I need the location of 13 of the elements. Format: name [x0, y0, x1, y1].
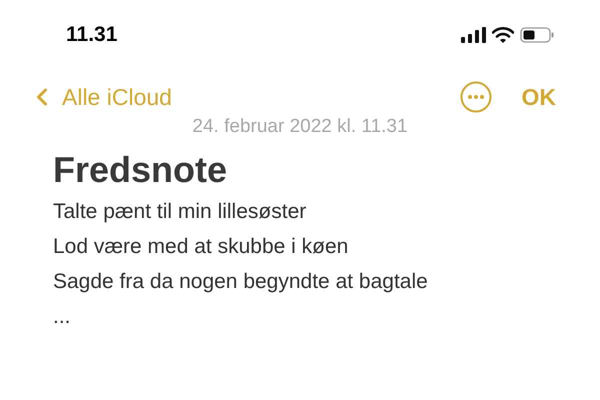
- note-line: Lod være med at skubbe i køen: [53, 234, 348, 260]
- status-time: 11.31: [66, 22, 118, 48]
- signal-icon: [461, 27, 486, 43]
- ok-button[interactable]: OK: [522, 80, 556, 114]
- note-title: Fredsnote: [53, 148, 228, 192]
- note-date: 24. februar 2022 kl. 11.31: [192, 115, 408, 139]
- wifi-icon: [492, 27, 514, 43]
- note-line: Sagde fra da nogen begyndte at bagtale: [53, 268, 428, 294]
- back-button[interactable]: Alle iCloud: [28, 80, 172, 114]
- note-line: ...: [53, 304, 71, 330]
- more-icon[interactable]: [460, 81, 492, 113]
- battery-icon: [520, 27, 554, 43]
- note-line: Talte pænt til min lillesøster: [53, 198, 306, 224]
